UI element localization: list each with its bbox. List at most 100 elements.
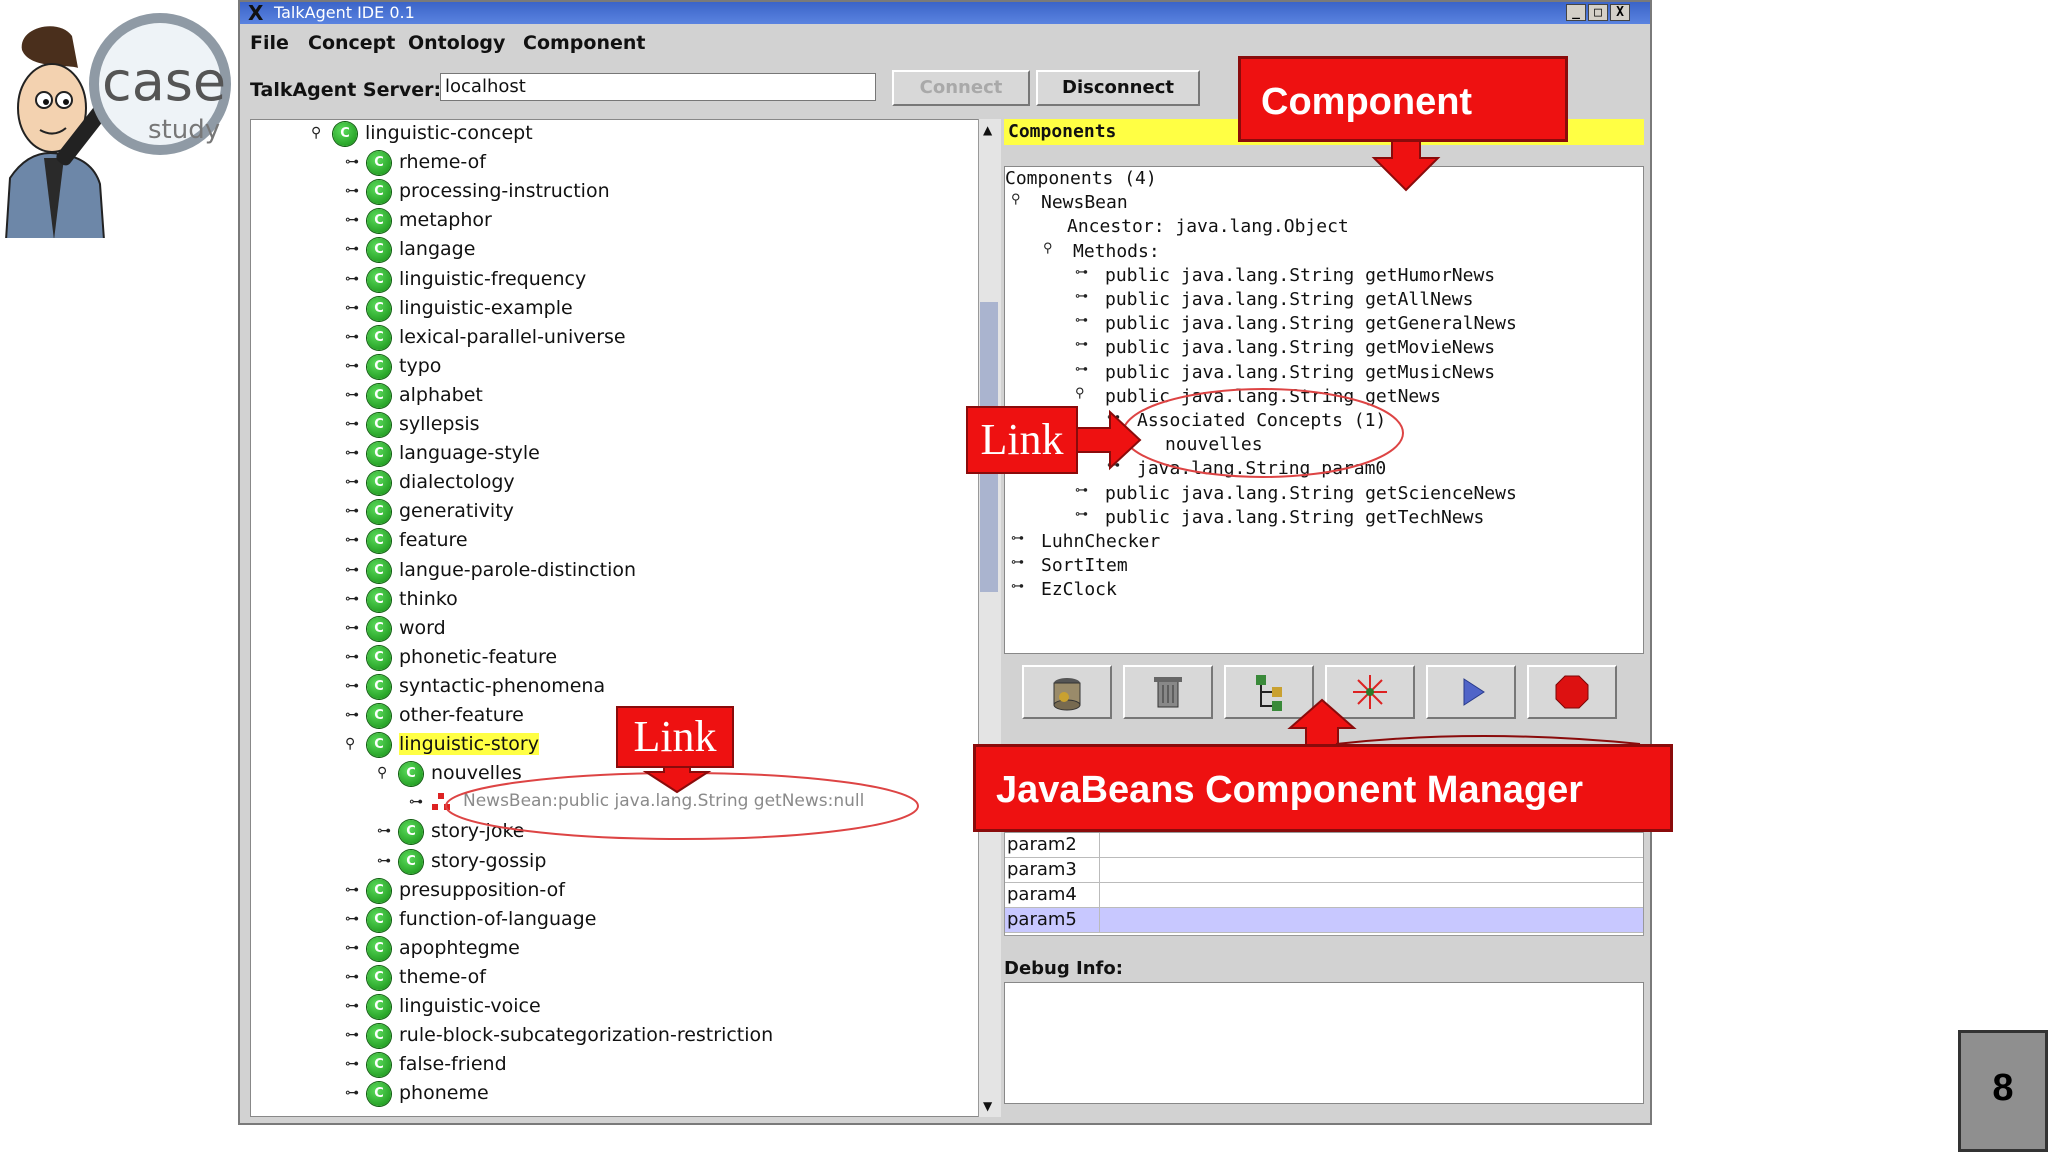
server-input[interactable]: localhost [440,73,876,101]
collapsed-toggle-icon[interactable]: ⊶ [1107,458,1120,473]
expanded-toggle-icon[interactable]: ⚲ [377,765,395,783]
collapsed-toggle-icon[interactable]: ⊶ [345,998,363,1016]
collapsed-toggle-icon[interactable]: ⊶ [345,445,363,463]
param-row[interactable]: param2 [1005,833,1643,858]
collapsed-toggle-icon[interactable]: ⊶ [345,911,363,929]
page-number: 8 [1958,1030,2048,1152]
collapsed-toggle-icon[interactable]: ⊶ [345,1056,363,1074]
collapsed-toggle-icon[interactable]: ⊶ [345,154,363,172]
expanded-toggle-icon[interactable]: ⚲ [1011,192,1021,207]
param-name: param3 [1007,859,1077,880]
collapsed-toggle-icon[interactable]: ⊶ [409,794,427,812]
debug-info-label: Debug Info: [1004,958,1123,979]
collapsed-toggle-icon[interactable]: ⊶ [1011,531,1024,546]
collapsed-toggle-icon[interactable]: ⊶ [345,358,363,376]
scroll-up-icon[interactable]: ▲ [983,123,992,137]
server-label: TalkAgent Server: [250,79,442,101]
load-bean-button[interactable] [1022,665,1112,719]
expanded-toggle-icon[interactable]: ⚲ [1075,386,1085,401]
collapsed-toggle-icon[interactable]: ⊶ [1075,289,1088,304]
collapsed-toggle-icon[interactable]: ⊶ [345,620,363,638]
collapsed-toggle-icon[interactable]: ⊶ [1011,579,1024,594]
menu-component[interactable]: Component [523,32,645,54]
collapsed-toggle-icon[interactable]: ⊶ [345,707,363,725]
concept-node-icon: C [367,1082,391,1107]
collapsed-toggle-icon[interactable]: ⊶ [345,329,363,347]
menu-file[interactable]: File [250,32,289,54]
trash-icon [1154,677,1182,708]
collapsed-toggle-icon[interactable]: ⊶ [345,212,363,230]
component-tree-label: LuhnChecker [1041,531,1161,552]
title-bar: X TalkAgent IDE 0.1 _ □ X [240,1,1650,25]
disconnect-button[interactable]: Disconnect [1036,70,1200,106]
concept-node-icon: C [367,733,391,758]
collapsed-toggle-icon[interactable]: ⊶ [377,823,395,841]
collapsed-toggle-icon[interactable]: ⊶ [345,591,363,609]
component-tree-label: public java.lang.String getTechNews [1105,506,1485,528]
run-button[interactable] [1426,665,1516,719]
close-button[interactable]: X [1610,4,1630,21]
link-concept-button[interactable] [1224,665,1314,719]
collapsed-toggle-icon[interactable]: ⊶ [345,474,363,492]
collapsed-toggle-icon[interactable]: ⊶ [345,503,363,521]
collapsed-toggle-icon[interactable]: ⊶ [1107,410,1120,425]
collapsed-toggle-icon[interactable]: ⊶ [345,969,363,987]
menu-concept[interactable]: Concept [308,32,395,54]
tree-node-label: presupposition-of [399,878,565,901]
collapsed-toggle-icon[interactable]: ⊶ [1075,362,1088,377]
collapsed-toggle-icon[interactable]: ⊶ [345,416,363,434]
collapsed-toggle-icon[interactable]: ⊶ [345,387,363,405]
collapsed-toggle-icon[interactable]: ⊶ [1075,483,1088,498]
tree-node-label: rule-block-subcategorization-restriction [399,1024,774,1047]
tree-node-label: phoneme [399,1082,489,1105]
expanded-toggle-icon[interactable]: ⚲ [345,736,363,754]
unlink-button[interactable] [1325,665,1415,719]
debug-info-area[interactable] [1004,982,1644,1104]
param-name: param4 [1007,884,1077,905]
component-tree-label: public java.lang.String getGeneralNews [1105,313,1517,335]
delete-button[interactable] [1123,665,1213,719]
bean-link-icon [431,792,451,817]
collapsed-toggle-icon[interactable]: ⊶ [345,1027,363,1045]
javabeans-manager-callout: JavaBeans Component Manager [973,744,1673,832]
tree-scrollbar[interactable]: ▲ ▼ [978,119,1001,1117]
collapsed-toggle-icon[interactable]: ⊶ [1075,507,1088,522]
sparkle-icon [1353,675,1387,709]
menu-ontology[interactable]: Ontology [408,32,505,54]
tree-node-label: linguistic-example [399,296,573,319]
collapsed-toggle-icon[interactable]: ⊶ [345,300,363,318]
collapsed-toggle-icon[interactable]: ⊶ [345,241,363,259]
collapsed-toggle-icon[interactable]: ⊶ [1075,337,1088,352]
collapsed-toggle-icon[interactable]: ⊶ [345,678,363,696]
scroll-down-icon[interactable]: ▼ [983,1099,992,1113]
collapsed-toggle-icon[interactable]: ⊶ [1011,555,1024,570]
collapsed-toggle-icon[interactable]: ⊶ [345,940,363,958]
param-row-selected[interactable]: param5 [1005,908,1643,933]
component-tree-label: nouvelles [1165,434,1263,456]
stop-button[interactable] [1527,665,1617,719]
tree-node-label: dialectology [399,471,515,494]
collapsed-toggle-icon[interactable]: ⊶ [345,1085,363,1103]
maximize-button[interactable]: □ [1588,4,1608,21]
param-row[interactable]: param4 [1005,883,1643,908]
collapsed-toggle-icon[interactable]: ⊶ [377,853,395,871]
expanded-toggle-icon[interactable]: ⚲ [311,125,329,143]
collapsed-toggle-icon[interactable]: ⊶ [345,183,363,201]
collapsed-toggle-icon[interactable]: ⊶ [345,562,363,580]
concept-node-icon: C [399,820,423,845]
component-tree-label: public java.lang.String getScienceNews [1105,482,1517,504]
collapsed-toggle-icon[interactable]: ⊶ [1075,265,1088,280]
minimize-button[interactable]: _ [1566,4,1586,21]
collapsed-toggle-icon[interactable]: ⊶ [345,882,363,900]
collapsed-toggle-icon[interactable]: ⊶ [345,271,363,289]
collapsed-toggle-icon[interactable]: ⊶ [345,649,363,667]
concept-node-icon: C [367,500,391,525]
connect-button[interactable]: Connect [892,70,1030,106]
expanded-toggle-icon[interactable]: ⚲ [1043,241,1053,256]
bean-jar-icon [1053,678,1081,711]
concept-node-icon: C [367,383,391,408]
concept-node-icon: C [367,442,391,467]
param-row[interactable]: param3 [1005,858,1643,883]
collapsed-toggle-icon[interactable]: ⊶ [1075,313,1088,328]
collapsed-toggle-icon[interactable]: ⊶ [345,532,363,550]
